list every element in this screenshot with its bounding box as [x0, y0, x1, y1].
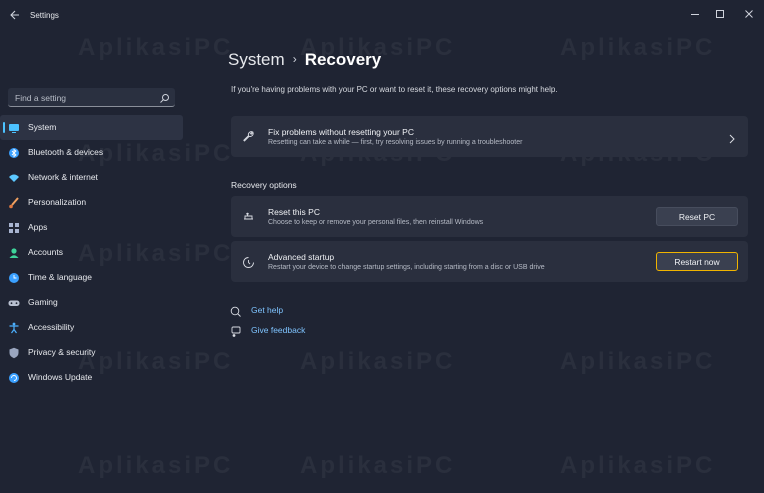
sidebar-item-label: Bluetooth & devices: [28, 147, 104, 157]
sidebar-item-label: Accessibility: [28, 322, 75, 332]
give-feedback-label[interactable]: Give feedback: [251, 325, 305, 335]
person-icon: [8, 246, 20, 258]
search-input[interactable]: Find a setting: [8, 88, 175, 107]
breadcrumb-separator: ›: [292, 52, 297, 66]
sidebar-item-label: Apps: [28, 222, 48, 232]
sidebar-item-time-language[interactable]: Time & language: [0, 265, 183, 290]
reset-pc-button[interactable]: Reset PC: [656, 207, 738, 226]
watermark: AplikasiPC: [560, 348, 716, 375]
sidebar-item-label: Time & language: [28, 272, 92, 282]
minimize-icon[interactable]: [687, 6, 703, 22]
fix-problems-title: Fix problems without resetting your PC: [268, 127, 414, 137]
advanced-startup-icon: [242, 256, 255, 269]
close-icon[interactable]: [741, 6, 757, 22]
apps-grid-icon: [8, 221, 20, 233]
page-title: Recovery: [304, 50, 382, 69]
gamepad-icon: [8, 296, 20, 308]
watermark: AplikasiPC: [78, 34, 234, 61]
back-arrow-icon[interactable]: [8, 9, 20, 21]
watermark: AplikasiPC: [300, 348, 456, 375]
fix-problems-card[interactable]: Fix problems without resetting your PC R…: [231, 116, 748, 157]
reset-pc-card: Reset this PC Choose to keep or remove y…: [231, 196, 748, 237]
advanced-startup-title: Advanced startup: [268, 252, 335, 262]
sidebar-item-label: System: [28, 122, 57, 132]
reset-pc-desc: Choose to keep or remove your personal f…: [268, 219, 484, 226]
sidebar-item-label: Network & internet: [28, 172, 98, 182]
title-bar: Settings: [0, 0, 764, 30]
advanced-startup-desc: Restart your device to change startup se…: [268, 264, 545, 271]
sidebar-nav: System Bluetooth & devices Network & int…: [0, 115, 185, 390]
sidebar-item-accessibility[interactable]: Accessibility: [0, 315, 183, 340]
search-icon[interactable]: [159, 91, 170, 103]
sidebar-item-label: Windows Update: [28, 372, 93, 382]
sidebar-item-personalization[interactable]: Personalization: [0, 190, 183, 215]
sidebar-item-bluetooth[interactable]: Bluetooth & devices: [0, 140, 183, 165]
get-help-link[interactable]: Get help: [230, 304, 310, 318]
watermark: AplikasiPC: [78, 452, 234, 479]
advanced-startup-card: Advanced startup Restart your device to …: [231, 241, 748, 282]
reset-pc-title: Reset this PC: [268, 207, 320, 217]
sidebar-item-privacy-security[interactable]: Privacy & security: [0, 340, 183, 365]
accessibility-icon: [8, 321, 20, 334]
monitor-icon: [8, 121, 20, 133]
intro-text: If you're having problems with your PC o…: [231, 85, 558, 94]
feedback-icon: [230, 325, 242, 337]
sidebar-item-gaming[interactable]: Gaming: [0, 290, 183, 315]
breadcrumb-parent[interactable]: System: [228, 50, 285, 69]
update-icon: [8, 371, 20, 383]
recovery-options-heading: Recovery options: [231, 180, 297, 190]
shield-icon: [8, 346, 20, 359]
breadcrumb: System › Recovery: [228, 50, 381, 70]
window-title: Settings: [30, 11, 59, 20]
active-indicator: [3, 122, 5, 133]
sidebar-item-system[interactable]: System: [0, 115, 183, 140]
settings-window: AplikasiPC AplikasiPC AplikasiPC AplikasiPC…: [0, 0, 764, 493]
sidebar-item-accounts[interactable]: Accounts: [0, 240, 183, 265]
sidebar-item-windows-update[interactable]: Windows Update: [0, 365, 183, 390]
watermark: AplikasiPC: [560, 452, 716, 479]
maximize-icon[interactable]: [712, 6, 728, 22]
search-placeholder: Find a setting: [15, 93, 67, 103]
restart-now-button[interactable]: Restart now: [656, 252, 738, 271]
chevron-right-icon: [728, 131, 736, 144]
sidebar-item-label: Personalization: [28, 197, 87, 207]
sidebar-item-label: Gaming: [28, 297, 58, 307]
give-feedback-link[interactable]: Give feedback: [230, 324, 320, 338]
fix-problems-desc: Resetting can take a while — first, try …: [268, 139, 523, 146]
sidebar-item-label: Accounts: [28, 247, 63, 257]
get-help-label[interactable]: Get help: [251, 305, 283, 315]
brush-icon: [8, 196, 20, 209]
bluetooth-icon: [8, 146, 20, 158]
wifi-icon: [8, 171, 20, 183]
watermark: AplikasiPC: [560, 34, 716, 61]
sidebar-item-apps[interactable]: Apps: [0, 215, 183, 240]
help-icon: [230, 305, 242, 317]
wrench-icon: [242, 130, 255, 143]
globe-clock-icon: [8, 271, 20, 283]
watermark: AplikasiPC: [300, 452, 456, 479]
reset-pc-icon: [242, 210, 255, 223]
sidebar-item-label: Privacy & security: [28, 347, 96, 357]
sidebar-item-network[interactable]: Network & internet: [0, 165, 183, 190]
